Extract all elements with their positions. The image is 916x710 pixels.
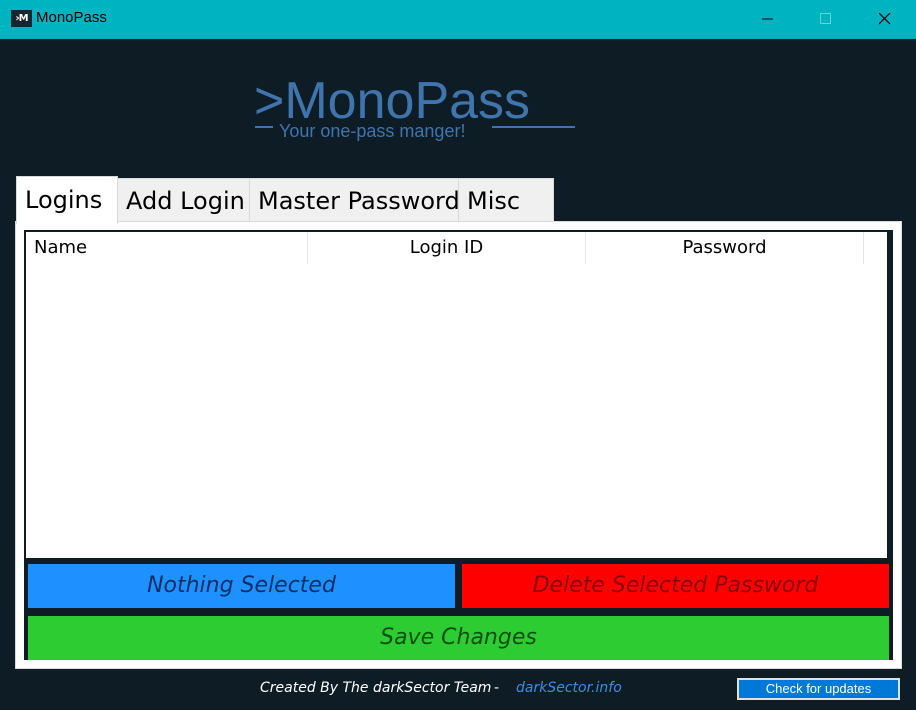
app-logo: >MonoPass Your one-pass manger! <box>254 73 576 151</box>
logo-subtitle: Your one-pass manger! <box>279 121 466 141</box>
minimize-button[interactable] <box>739 0 797 39</box>
footer-separator: - <box>494 680 500 696</box>
check-for-updates-button[interactable]: Check for updates <box>737 678 900 700</box>
logo-underline-left <box>255 126 273 128</box>
panel-inner: Name Login ID Password Nothing Selected … <box>24 230 893 660</box>
window-title: MonoPass <box>36 9 107 26</box>
column-header-password[interactable]: Password <box>586 232 864 264</box>
footer-link[interactable]: darkSector.info <box>516 680 622 696</box>
close-icon <box>879 13 891 25</box>
tab-logins[interactable]: Logins <box>16 176 118 224</box>
footer-credit: Created By The darkSector Team <box>260 680 492 696</box>
app-logo-icon: ›M <box>11 10 32 27</box>
logins-tab-panel: Name Login ID Password Nothing Selected … <box>15 221 902 669</box>
maximize-button[interactable] <box>797 0 855 39</box>
column-header-login-id[interactable]: Login ID <box>308 232 586 264</box>
tab-misc[interactable]: Misc <box>458 178 554 222</box>
title-bar: ›M MonoPass <box>0 0 916 39</box>
nothing-selected-button[interactable]: Nothing Selected <box>28 564 455 608</box>
close-button[interactable] <box>856 0 914 39</box>
column-header-name[interactable]: Name <box>26 232 308 264</box>
minimize-icon <box>762 18 773 20</box>
maximize-icon <box>820 13 831 24</box>
logo-underline-right <box>492 126 575 128</box>
tab-add-login[interactable]: Add Login <box>117 178 250 222</box>
logins-list[interactable]: Name Login ID Password <box>26 232 887 558</box>
tab-master-password[interactable]: Master Password <box>249 178 460 222</box>
save-changes-button[interactable]: Save Changes <box>28 616 889 660</box>
delete-selected-password-button[interactable]: Delete Selected Password <box>462 564 889 608</box>
